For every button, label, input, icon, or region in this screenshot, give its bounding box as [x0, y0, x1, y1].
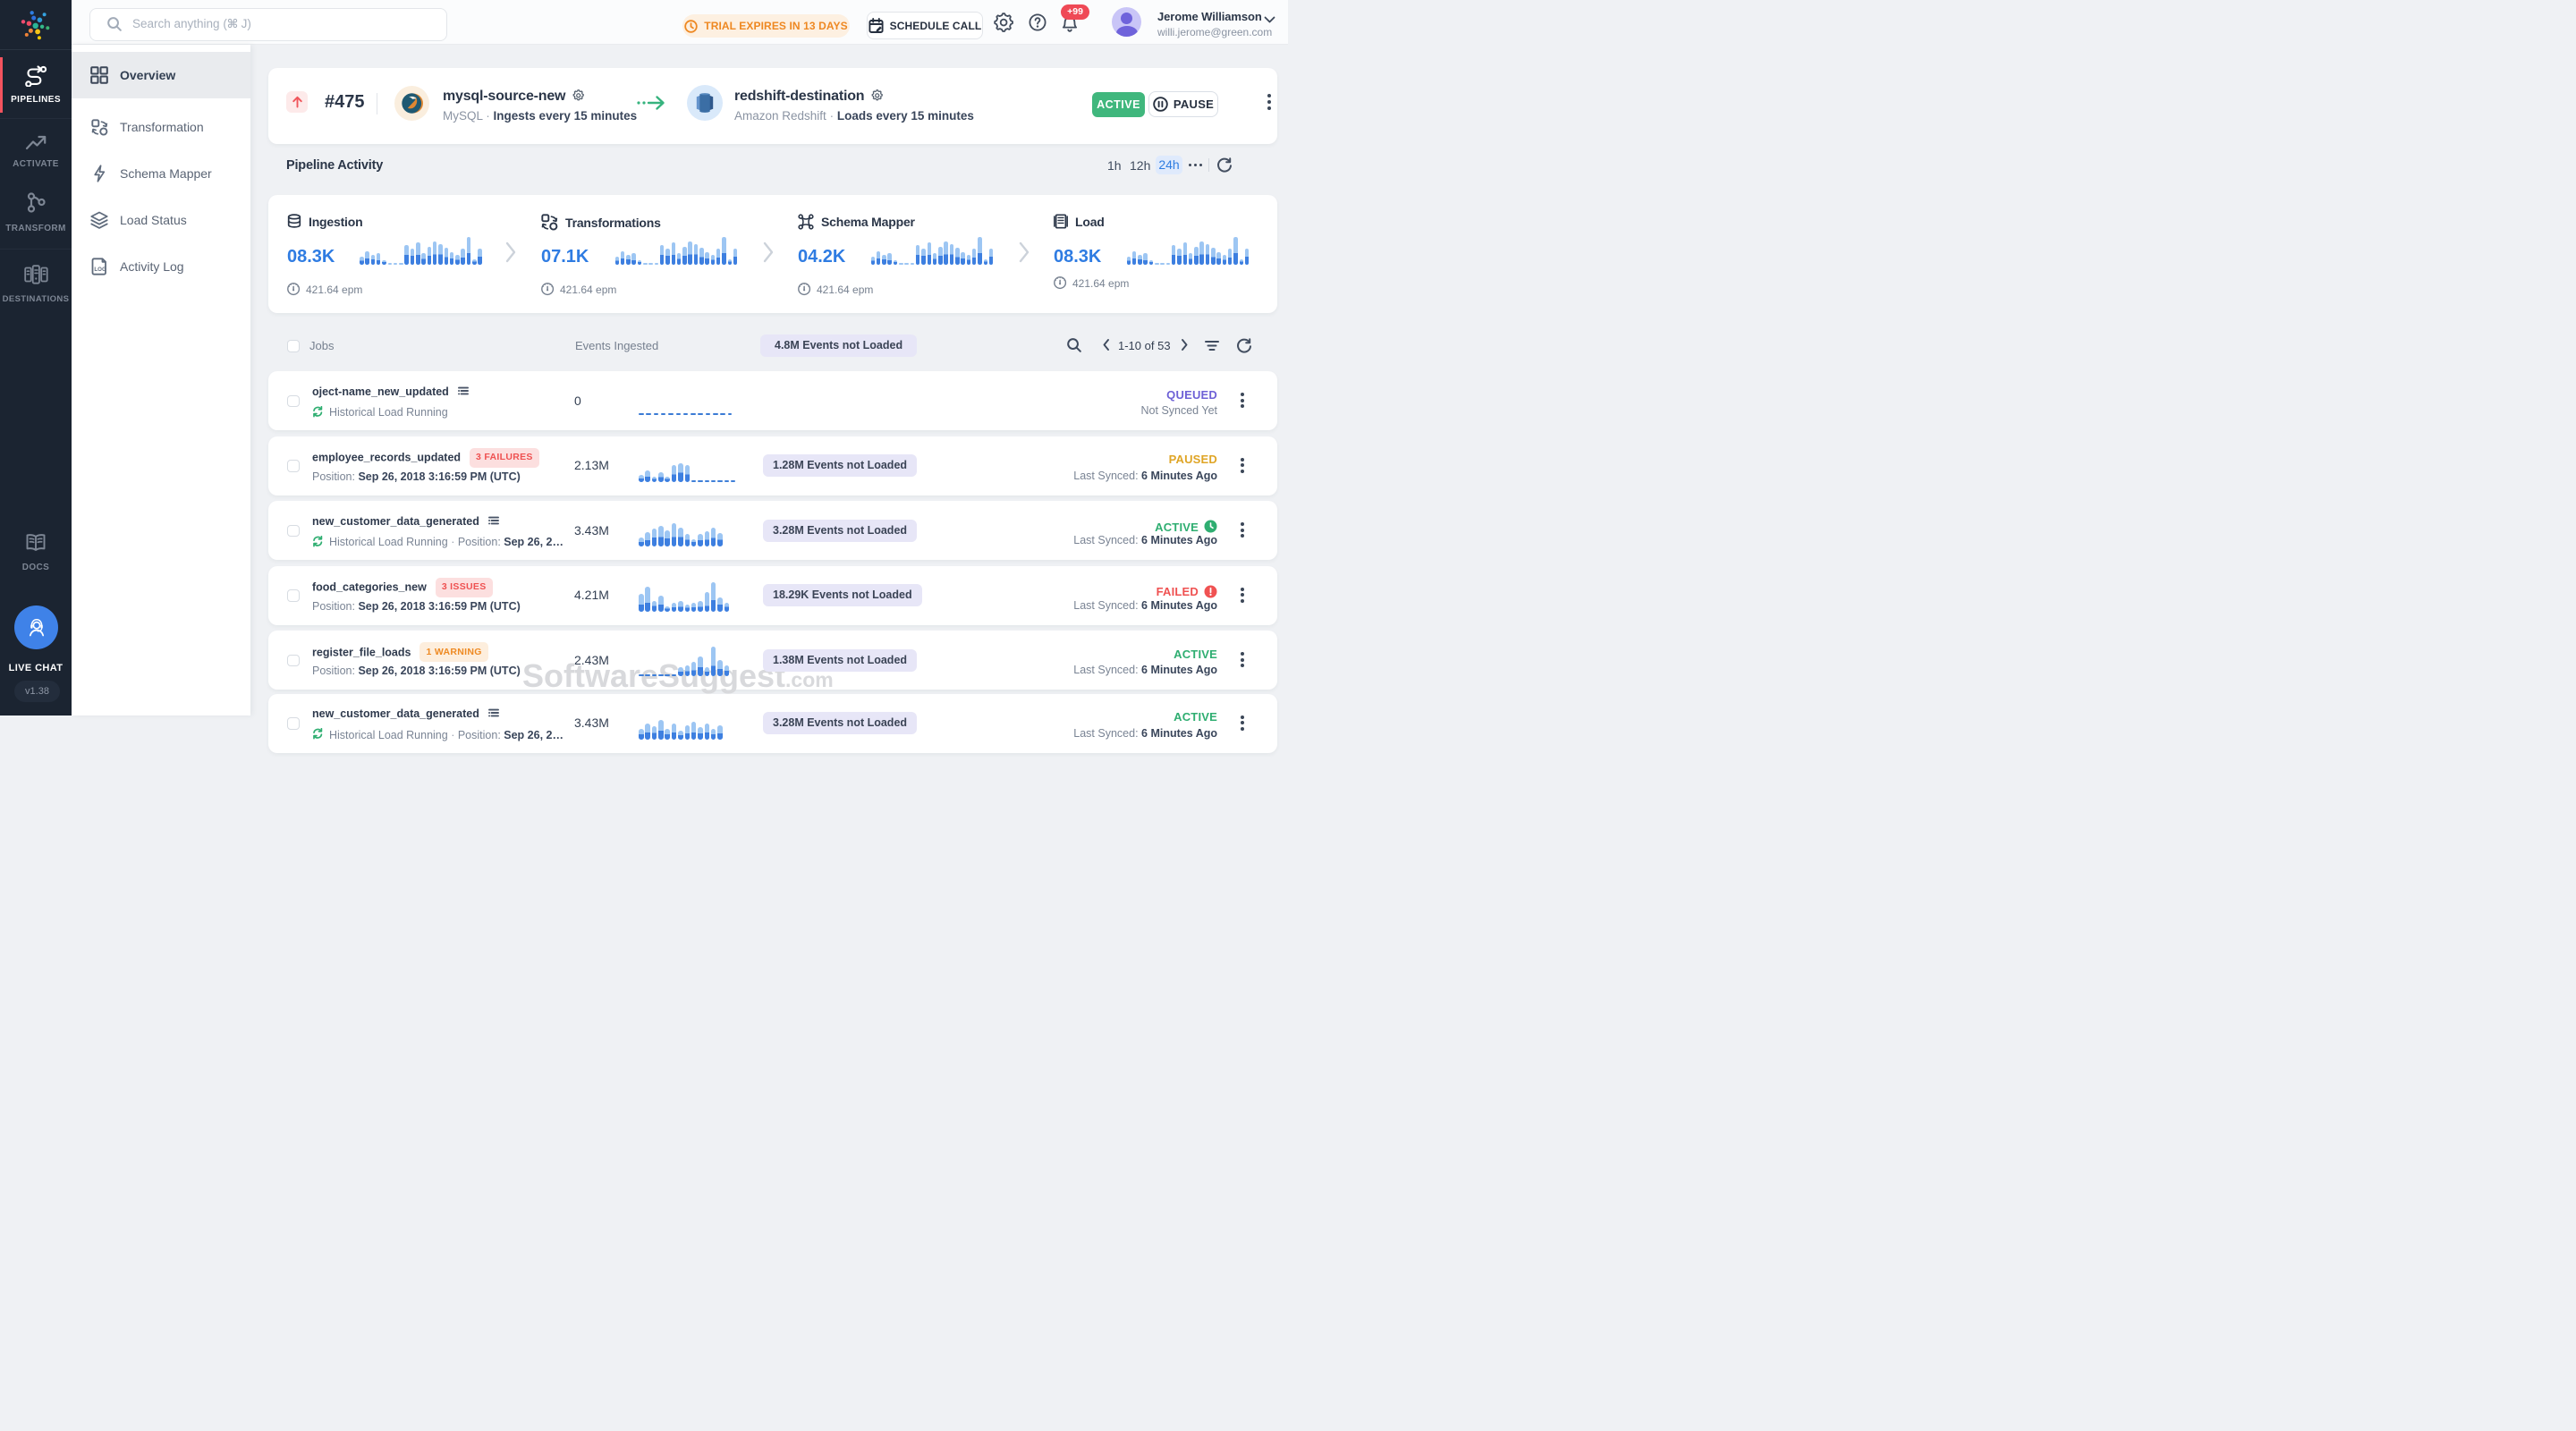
svg-text:LOG: LOG: [94, 267, 106, 273]
